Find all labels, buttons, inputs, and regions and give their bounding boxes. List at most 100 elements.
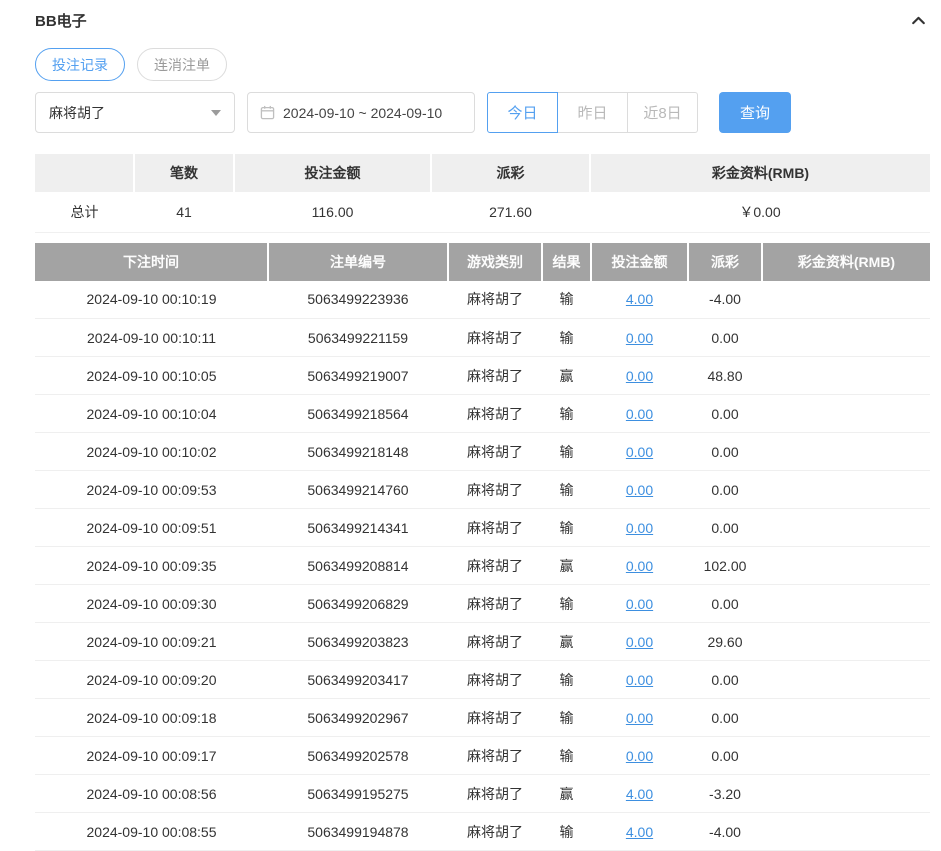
chevron-down-icon (211, 110, 221, 116)
cell-bonus (762, 699, 930, 737)
col-header-result: 结果 (542, 243, 591, 281)
cell-payout: 29.60 (688, 623, 762, 661)
cell-bonus (762, 433, 930, 471)
cell-order-id: 5063499208814 (268, 547, 448, 585)
cell-game-type: 麻将胡了 (448, 357, 542, 395)
table-row: 2024-09-10 00:10:025063499218148麻将胡了输0.0… (35, 433, 930, 471)
cell-bet-amount: 0.00 (591, 661, 688, 699)
cell-payout: -4.00 (688, 281, 762, 319)
cell-bet-time: 2024-09-10 00:09:51 (35, 509, 268, 547)
cell-game-type: 麻将胡了 (448, 395, 542, 433)
cell-order-id: 5063499218564 (268, 395, 448, 433)
cell-order-id: 5063499203823 (268, 623, 448, 661)
cell-bet-amount: 0.00 (591, 699, 688, 737)
bet-amount-link[interactable]: 4.00 (626, 786, 653, 802)
col-header-bet-time: 下注时间 (35, 243, 268, 281)
bet-amount-link[interactable]: 0.00 (626, 482, 653, 498)
cell-bonus (762, 585, 930, 623)
cell-bet-time: 2024-09-10 00:09:21 (35, 623, 268, 661)
cell-payout: 0.00 (688, 319, 762, 357)
bet-amount-link[interactable]: 0.00 (626, 368, 653, 384)
date-range-input[interactable]: 2024-09-10 ~ 2024-09-10 (247, 92, 475, 133)
cell-payout: 102.00 (688, 547, 762, 585)
cell-result: 输 (542, 699, 591, 737)
search-button[interactable]: 查询 (719, 92, 791, 133)
col-header-order-id: 注单编号 (268, 243, 448, 281)
bet-amount-link[interactable]: 0.00 (626, 444, 653, 460)
bet-records-panel: BB电子 投注记录 连消注单 麻将胡了 2024-09-10 ~ 2024-09… (0, 0, 941, 851)
cell-payout: 0.00 (688, 395, 762, 433)
cell-bonus (762, 547, 930, 585)
cell-bonus (762, 775, 930, 813)
table-row: 2024-09-10 00:09:175063499202578麻将胡了输0.0… (35, 737, 930, 775)
range-button-last-8-days[interactable]: 近8日 (627, 92, 698, 133)
cell-payout: 0.00 (688, 585, 762, 623)
bet-amount-link[interactable]: 0.00 (626, 520, 653, 536)
cell-bonus (762, 357, 930, 395)
cell-bet-time: 2024-09-10 00:10:11 (35, 319, 268, 357)
cell-payout: 0.00 (688, 433, 762, 471)
cell-game-type: 麻将胡了 (448, 699, 542, 737)
cell-game-type: 麻将胡了 (448, 737, 542, 775)
game-select[interactable]: 麻将胡了 (35, 92, 235, 133)
table-row: 2024-09-10 00:09:185063499202967麻将胡了输0.0… (35, 699, 930, 737)
cell-bet-amount: 0.00 (591, 433, 688, 471)
cell-bonus (762, 471, 930, 509)
cell-bonus (762, 395, 930, 433)
tab-bet-records[interactable]: 投注记录 (35, 48, 125, 81)
cell-bonus (762, 319, 930, 357)
quick-range-group: 今日 昨日 近8日 (487, 92, 698, 133)
total-payout: 271.60 (431, 192, 590, 232)
panel-header: BB电子 (0, 0, 941, 32)
cell-result: 输 (542, 737, 591, 775)
cell-game-type: 麻将胡了 (448, 775, 542, 813)
bet-amount-link[interactable]: 4.00 (626, 824, 653, 840)
summary-col-bet-amount: 投注金额 (234, 154, 431, 192)
cell-result: 赢 (542, 775, 591, 813)
cell-bonus (762, 661, 930, 699)
panel-title: BB电子 (35, 10, 87, 31)
summary-col-blank (35, 154, 134, 192)
cell-payout: -3.20 (688, 775, 762, 813)
range-button-yesterday[interactable]: 昨日 (557, 92, 628, 133)
tabs-bar: 投注记录 连消注单 (35, 48, 941, 81)
cell-bet-time: 2024-09-10 00:08:55 (35, 813, 268, 851)
cell-payout: -4.00 (688, 813, 762, 851)
cell-bet-amount: 4.00 (591, 813, 688, 851)
table-row: 2024-09-10 00:08:565063499195275麻将胡了赢 4.0… (35, 775, 930, 813)
cell-payout: 0.00 (688, 737, 762, 775)
bet-amount-link[interactable]: 0.00 (626, 634, 653, 650)
bet-amount-link[interactable]: 0.00 (626, 330, 653, 346)
tab-cancelled-orders[interactable]: 连消注单 (137, 48, 227, 81)
bet-amount-link[interactable]: 0.00 (626, 596, 653, 612)
cell-bet-time: 2024-09-10 00:09:35 (35, 547, 268, 585)
cell-result: 输 (542, 395, 591, 433)
cell-payout: 0.00 (688, 509, 762, 547)
bet-amount-link[interactable]: 4.00 (626, 291, 653, 307)
bet-amount-link[interactable]: 0.00 (626, 710, 653, 726)
cell-bet-amount: 4.00 (591, 775, 688, 813)
cell-result: 赢 (542, 623, 591, 661)
cell-game-type: 麻将胡了 (448, 585, 542, 623)
cell-payout: 48.80 (688, 357, 762, 395)
bet-amount-link[interactable]: 0.00 (626, 558, 653, 574)
cell-bet-time: 2024-09-10 00:10:02 (35, 433, 268, 471)
cell-bet-time: 2024-09-10 00:08:56 (35, 775, 268, 813)
summary-total-row: 总计 41 116.00 271.60 ￥0.00 (35, 192, 930, 232)
cell-bet-time: 2024-09-10 00:09:20 (35, 661, 268, 699)
chevron-up-icon[interactable] (910, 12, 927, 29)
cell-bonus (762, 737, 930, 775)
bet-amount-link[interactable]: 0.00 (626, 672, 653, 688)
table-row: 2024-09-10 00:10:115063499221159麻将胡了输0.0… (35, 319, 930, 357)
bet-amount-link[interactable]: 0.00 (626, 406, 653, 422)
cell-bet-time: 2024-09-10 00:10:19 (35, 281, 268, 319)
range-button-today[interactable]: 今日 (487, 92, 558, 133)
cell-order-id: 5063499221159 (268, 319, 448, 357)
cell-order-id: 5063499223936 (268, 281, 448, 319)
cell-bet-amount: 0.00 (591, 623, 688, 661)
table-row: 2024-09-10 00:09:535063499214760麻将胡了输0.0… (35, 471, 930, 509)
bet-amount-link[interactable]: 0.00 (626, 748, 653, 764)
cell-order-id: 5063499195275 (268, 775, 448, 813)
total-bonus: ￥0.00 (590, 192, 930, 232)
cell-order-id: 5063499202578 (268, 737, 448, 775)
